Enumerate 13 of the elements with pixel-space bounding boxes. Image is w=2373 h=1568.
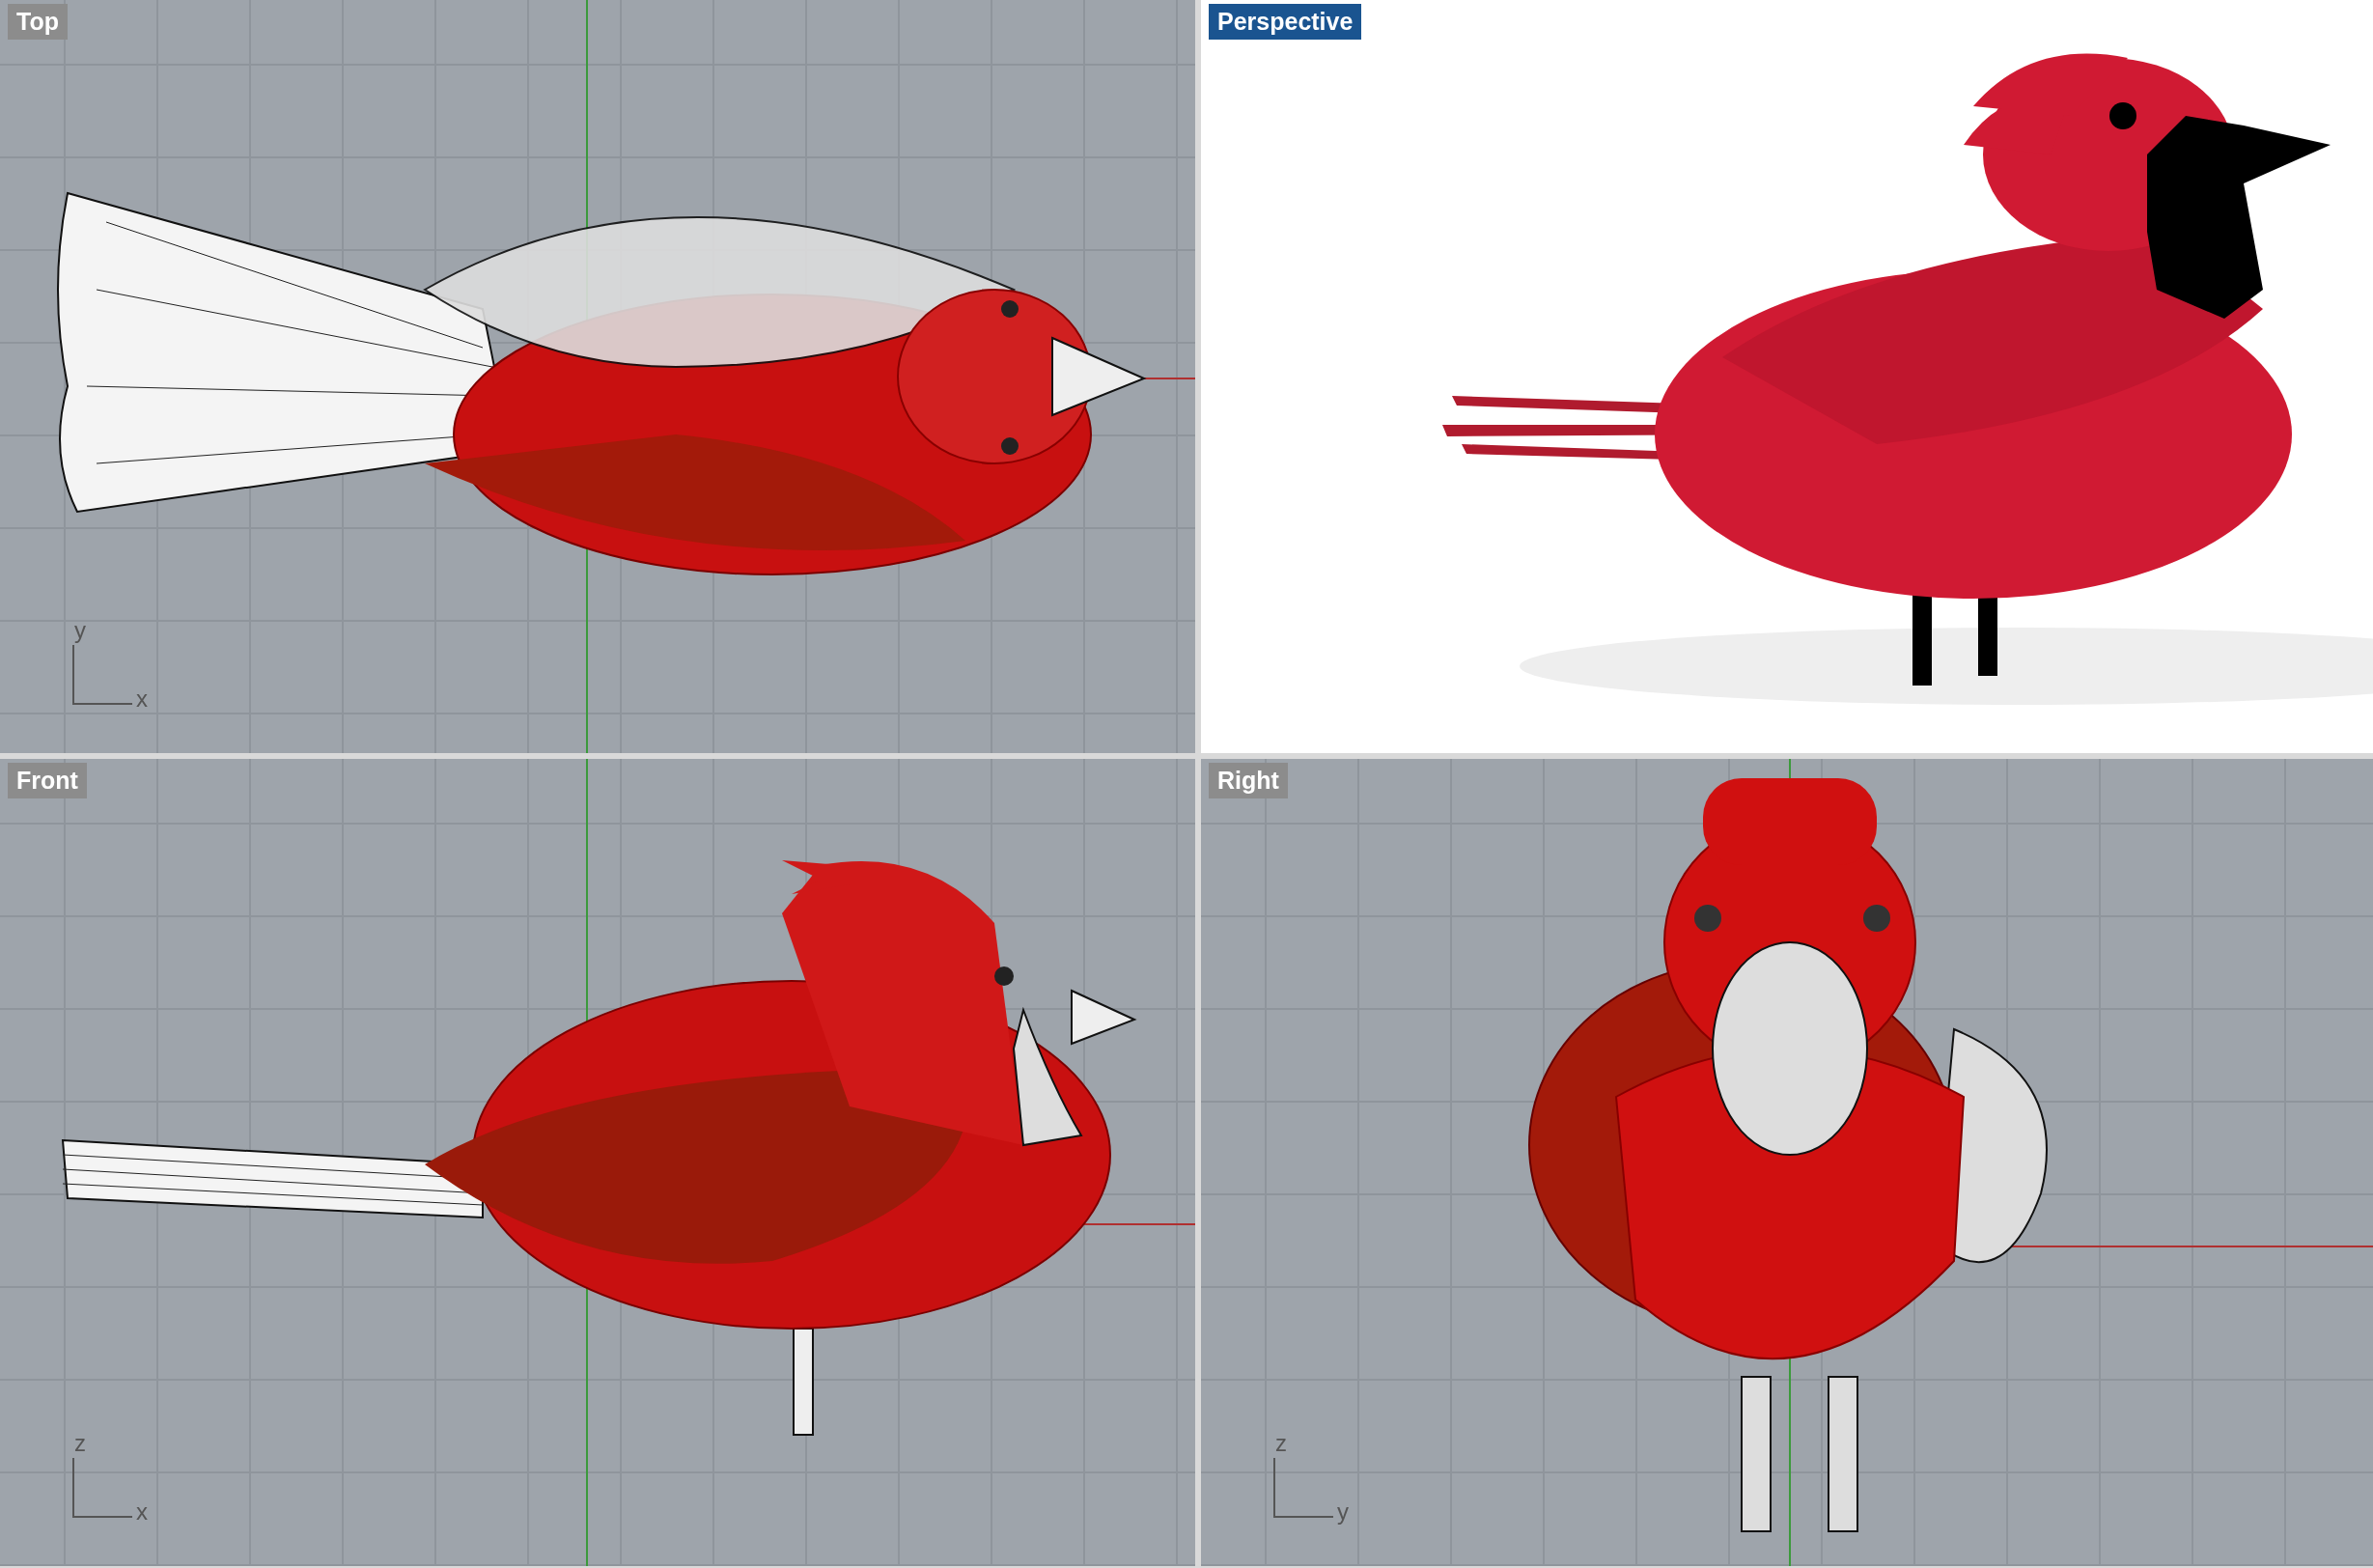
axis-label: x bbox=[136, 1500, 148, 1524]
axis-label: z bbox=[74, 1432, 86, 1455]
viewport-tab[interactable]: Top bbox=[8, 4, 68, 40]
axis-icon bbox=[1273, 1458, 1333, 1518]
viewport-tab[interactable]: Front bbox=[8, 763, 87, 798]
axis-label: y bbox=[1337, 1500, 1349, 1524]
viewport-tab[interactable]: Perspective bbox=[1209, 4, 1362, 40]
axis-label: z bbox=[1275, 1432, 1287, 1455]
axis-label: y bbox=[74, 619, 86, 642]
viewport-tab[interactable]: Right bbox=[1209, 763, 1288, 798]
axis-icon bbox=[72, 645, 132, 705]
axis-label: x bbox=[136, 687, 148, 711]
axis-icon bbox=[72, 1458, 132, 1518]
